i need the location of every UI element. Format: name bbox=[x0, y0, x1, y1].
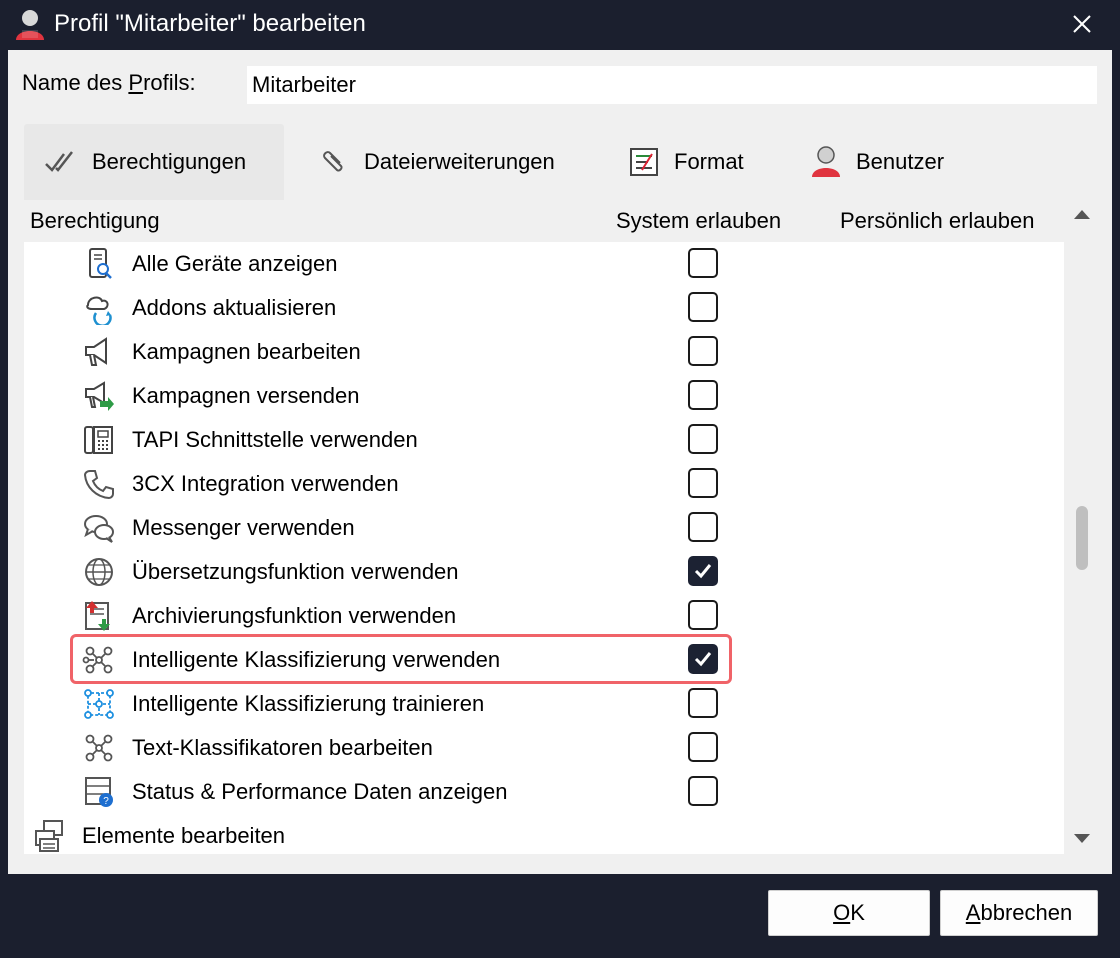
tab-label: Format bbox=[674, 149, 744, 174]
checkmark-icon bbox=[694, 652, 712, 667]
close-icon[interactable] bbox=[1064, 6, 1100, 42]
paperclip-icon bbox=[323, 151, 343, 172]
chat-bubbles-icon bbox=[84, 515, 114, 543]
user-icon bbox=[16, 10, 44, 40]
system-allow-checkbox[interactable] bbox=[688, 468, 718, 498]
row-label: Text-Klassifikatoren bearbeiten bbox=[132, 735, 433, 760]
tab-benutzer[interactable]: Benutzer bbox=[810, 124, 944, 200]
scroll-up-arrow-icon[interactable] bbox=[1074, 210, 1090, 219]
tab-berechtigungen[interactable]: Berechtigungen bbox=[24, 124, 284, 200]
window-title: Profil "Mitarbeiter" bearbeiten bbox=[54, 10, 366, 37]
table-row[interactable]: 3CX Integration verwenden bbox=[24, 462, 1064, 506]
row-label: Elemente bearbeiten bbox=[82, 823, 286, 848]
megaphone-send-icon bbox=[85, 381, 114, 411]
tab-label: Berechtigungen bbox=[92, 149, 247, 174]
permissions-table: Berechtigung System erlauben Persönlich … bbox=[24, 200, 1104, 854]
system-allow-checkbox[interactable] bbox=[688, 336, 718, 366]
table-header: Berechtigung System erlauben Persönlich … bbox=[24, 200, 1064, 242]
row-label: Status & Performance Daten anzeigen bbox=[132, 779, 508, 804]
table-row[interactable]: Übersetzungsfunktion verwenden bbox=[24, 550, 1064, 594]
system-allow-checkbox[interactable] bbox=[688, 248, 718, 278]
group-row[interactable]: Elemente bearbeiten bbox=[24, 814, 1064, 858]
column-header-personal[interactable]: Persönlich erlauben bbox=[840, 208, 1034, 234]
system-allow-checkbox[interactable] bbox=[688, 600, 718, 630]
column-header-permission[interactable]: Berechtigung bbox=[30, 208, 160, 234]
network-icon bbox=[85, 734, 113, 762]
table-row[interactable]: ? Status & Performance Daten anzeigen bbox=[24, 770, 1064, 814]
dialog-body: Name des Profils: Berechtigungen Dateier… bbox=[8, 50, 1112, 874]
system-allow-checkbox[interactable] bbox=[688, 644, 718, 674]
device-search-icon bbox=[89, 248, 112, 279]
table-row[interactable]: Alle Geräte anzeigen bbox=[24, 242, 1064, 286]
scroll-down-arrow-icon[interactable] bbox=[1074, 834, 1090, 843]
table-row[interactable]: TAPI Schnittstelle verwenden bbox=[24, 418, 1064, 462]
table-row[interactable]: Intelligente Klassifizierung verwenden bbox=[24, 638, 1064, 682]
row-label: Alle Geräte anzeigen bbox=[132, 251, 338, 276]
megaphone-icon bbox=[85, 337, 107, 366]
column-header-system[interactable]: System erlauben bbox=[616, 208, 781, 234]
server-info-icon: ? bbox=[85, 777, 113, 807]
svg-text:?: ? bbox=[103, 796, 109, 807]
network-train-icon bbox=[84, 689, 114, 719]
table-row[interactable]: Kampagnen versenden bbox=[24, 374, 1064, 418]
ok-button[interactable]: OK bbox=[768, 890, 930, 936]
row-label: Archivierungsfunktion verwenden bbox=[132, 603, 457, 628]
row-label: 3CX Integration verwenden bbox=[132, 471, 399, 496]
system-allow-checkbox[interactable] bbox=[688, 776, 718, 806]
vertical-scrollbar[interactable] bbox=[1064, 200, 1104, 854]
system-allow-checkbox[interactable] bbox=[688, 292, 718, 322]
checkmark-icon bbox=[694, 564, 712, 579]
row-label: Übersetzungsfunktion verwenden bbox=[132, 559, 459, 584]
row-label: Intelligente Klassifizierung trainieren bbox=[132, 691, 485, 716]
user-icon bbox=[812, 146, 840, 177]
format-icon bbox=[630, 148, 658, 176]
row-label: Addons aktualisieren bbox=[132, 295, 337, 320]
phone-handset-icon bbox=[83, 470, 114, 500]
system-allow-checkbox[interactable] bbox=[688, 512, 718, 542]
globe-icon bbox=[85, 558, 113, 586]
scroll-thumb[interactable] bbox=[1076, 506, 1088, 570]
tab-label: Dateierweiterungen bbox=[364, 149, 555, 174]
tab-dateierweiterungen[interactable]: Dateierweiterungen bbox=[318, 124, 555, 200]
double-check-icon bbox=[45, 151, 73, 172]
row-label: Kampagnen bearbeiten bbox=[132, 339, 361, 364]
cancel-button[interactable]: Abbrechen bbox=[940, 890, 1098, 936]
addon-refresh-icon bbox=[86, 296, 112, 325]
system-allow-checkbox[interactable] bbox=[688, 556, 718, 586]
table-row[interactable]: Intelligente Klassifizierung trainieren bbox=[24, 682, 1064, 726]
profile-name-input[interactable] bbox=[247, 66, 1097, 104]
row-label: Intelligente Klassifizierung verwenden bbox=[132, 647, 501, 672]
row-label: Messenger verwenden bbox=[132, 515, 355, 540]
tab-format[interactable]: Format bbox=[628, 124, 744, 200]
tab-label: Benutzer bbox=[856, 149, 945, 174]
table-row[interactable]: Messenger verwenden bbox=[24, 506, 1064, 550]
network-icon bbox=[82, 646, 113, 674]
system-allow-checkbox[interactable] bbox=[688, 688, 718, 718]
table-row[interactable]: Text-Klassifikatoren bearbeiten bbox=[24, 726, 1064, 770]
title-bar: Profil "Mitarbeiter" bearbeiten bbox=[0, 0, 1120, 50]
tab-bar: Berechtigungen Dateierweiterungen Format bbox=[24, 124, 1104, 200]
table-row[interactable]: Archivierungsfunktion verwenden bbox=[24, 594, 1064, 638]
row-label: Kampagnen versenden bbox=[132, 383, 360, 408]
table-row[interactable]: Kampagnen bearbeiten bbox=[24, 330, 1064, 374]
phone-device-icon bbox=[84, 426, 113, 454]
row-label: TAPI Schnittstelle verwenden bbox=[132, 427, 418, 452]
system-allow-checkbox[interactable] bbox=[688, 424, 718, 454]
elements-icon bbox=[35, 820, 63, 852]
profile-name-label: Name des Profils: bbox=[22, 70, 196, 95]
system-allow-checkbox[interactable] bbox=[688, 380, 718, 410]
archive-arrows-icon bbox=[85, 601, 110, 631]
system-allow-checkbox[interactable] bbox=[688, 732, 718, 762]
table-row[interactable]: Addons aktualisieren bbox=[24, 286, 1064, 330]
